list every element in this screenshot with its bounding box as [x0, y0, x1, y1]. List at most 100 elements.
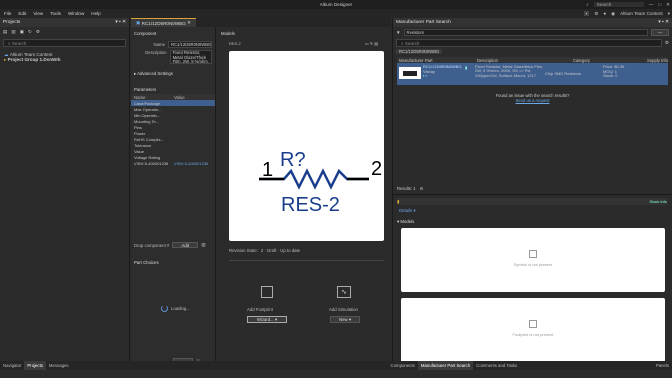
parameter-name: Min Operatin...	[134, 112, 161, 118]
global-search[interactable]: Search	[593, 2, 644, 7]
parameter-value-link[interactable]: VISH-5-400001236	[174, 161, 208, 166]
mps-title: Manufacturer Part Search	[396, 20, 451, 25]
folder-icon[interactable]: ▥	[11, 29, 15, 35]
tab-comments[interactable]: Comments and Tasks	[473, 361, 520, 370]
menu-help[interactable]: Help	[91, 11, 100, 16]
symbol-tools-icon[interactable]: ▭ ✎ ▤	[365, 41, 378, 46]
new-simulation-button[interactable]: New ▾	[330, 316, 360, 323]
close-icon[interactable]: ✕	[666, 2, 670, 8]
part-description: Fixed Resistor, Metal Glaze/thick Film, …	[475, 65, 544, 78]
filter-icon[interactable]: ▼	[396, 30, 401, 35]
tab-messages[interactable]: Messages	[46, 361, 72, 370]
col-supply: Supply Info	[647, 57, 668, 63]
user-icon[interactable]: ◉	[611, 11, 615, 17]
panel-controls-icon[interactable]: ▾ ▪ ✕	[115, 20, 126, 25]
projects-search[interactable]: ⌕ Search	[3, 39, 126, 47]
detail-header: ▮ Stock info	[397, 198, 667, 205]
chevron-down-icon[interactable]: ▾	[668, 11, 670, 17]
notifications-icon[interactable]: ▪	[583, 11, 590, 16]
close-icon[interactable]: ✕	[186, 20, 191, 26]
parameter-name: Power	[134, 130, 146, 136]
tab-manufacturer-part-search[interactable]: Manufacturer Part Search	[417, 361, 474, 370]
bell-icon[interactable]: ●	[603, 11, 606, 16]
add-button[interactable]: Add	[172, 242, 199, 248]
footprint-not-present: Footprint is not present	[512, 332, 554, 337]
mps-search[interactable]: ⌕ Search	[396, 39, 662, 47]
symbol-name-small: RES-2	[229, 41, 241, 46]
drop-label: Drop component #	[134, 242, 170, 248]
menu-window[interactable]: Window	[68, 11, 84, 16]
refresh-icon[interactable]: ↻	[28, 29, 32, 35]
minimize-icon[interactable]: —	[649, 2, 654, 7]
menu-bar: File Edit View Tools Window Help ▪ ⚙ ● ◉…	[0, 9, 672, 18]
footprint-icon[interactable]	[261, 286, 273, 298]
tab-components[interactable]: Components	[388, 361, 418, 370]
gear-icon[interactable]: ⚙	[36, 29, 40, 35]
panels-button[interactable]: Panels	[653, 361, 672, 370]
comment-label: RES-2	[281, 194, 340, 216]
menu-tools[interactable]: Tools	[50, 11, 61, 16]
maximize-icon[interactable]: □	[658, 2, 661, 7]
result-row[interactable]: RC1/12D5R0N0WBG Vishay ▪ ▪ ▮ Fixed Resis…	[397, 63, 668, 85]
parameter-name: RoHS Complia...	[134, 136, 164, 142]
save-icon[interactable]: ▣	[20, 29, 24, 35]
parameter-name: Tolerance	[134, 142, 152, 148]
name-field[interactable]: RC1/12D5R0N0WBG	[168, 41, 212, 48]
tab-navigator[interactable]: Navigator	[0, 361, 24, 370]
gear-icon[interactable]: ⚙	[420, 186, 424, 191]
trash-icon[interactable]: ▥	[201, 242, 205, 248]
tab-projects[interactable]: Projects	[24, 361, 46, 370]
projects-title: Projects	[3, 20, 21, 25]
title-bar: Altium Designer ⌕ Search — □ ✕	[0, 0, 672, 9]
search-icon[interactable]: ⌕	[586, 2, 589, 7]
loading-text: Loading...	[171, 306, 190, 311]
parameter-row[interactable]: VISH-5-400001236 VISH-5-400001236	[131, 160, 215, 166]
wizard-button[interactable]: Wizard... ▾	[247, 316, 287, 323]
menu-view[interactable]: View	[33, 11, 43, 16]
breadcrumb[interactable]: RC1/12D5R0N0WBG	[396, 49, 443, 54]
app-title: Altium Designer	[319, 2, 353, 7]
results-count: Results: 1	[397, 186, 416, 191]
new-icon[interactable]: ▤	[3, 29, 7, 35]
parameter-name: Pins	[134, 124, 142, 130]
models-section-title: ▾ Models	[397, 219, 415, 224]
account-name[interactable]: Altium Team Content	[620, 11, 663, 16]
mps-header: Manufacturer Part Search ▾ ▪ ✕	[393, 18, 672, 27]
part-category: Chip SMD Resistors	[545, 71, 582, 76]
parameter-name: Max Operatin...	[134, 106, 162, 112]
gear-icon[interactable]: ⚙	[594, 11, 598, 17]
status-bar: Navigator Projects Messages Components M…	[0, 361, 672, 370]
menu-edit[interactable]: Edit	[18, 11, 26, 16]
description-label: Description	[145, 50, 167, 55]
description-field[interactable]: Fixed Resistor, Metal Glaze/Thick Film, …	[169, 50, 212, 64]
col-description: Description	[477, 57, 498, 63]
symbol-card: Symbol is not present	[401, 228, 665, 292]
category-filter[interactable]: Resistors	[403, 29, 648, 36]
designator-label: R?	[280, 149, 306, 171]
add-icon[interactable]: ▮	[465, 65, 475, 70]
col-category: Category	[573, 57, 590, 63]
projects-toolbar: ▤ ▥ ▣ ↻ ⚙	[0, 27, 129, 36]
status-badge: ▪ ▪	[423, 73, 427, 79]
gear-icon[interactable]: ⚙	[665, 40, 669, 46]
manufacturer-part-search-panel: Manufacturer Part Search ▾ ▪ ✕ ▼ Resisto…	[392, 18, 672, 370]
add-simulation-label: Add Simulation	[329, 307, 358, 312]
project-item[interactable]: ▸ Project Group 1.DsnWrk	[4, 57, 125, 62]
document-tab[interactable]: ▣ RC1/12D5R0N0WBG ✕	[131, 18, 196, 27]
clear-button[interactable]: —	[651, 29, 669, 36]
stock-info[interactable]: Stock info	[649, 199, 667, 204]
parameter-name: Voltage Rating	[134, 154, 161, 160]
part-choices-title: Part Choices	[134, 260, 159, 265]
panel-controls-icon[interactable]: ▾ ▪ ✕	[658, 20, 669, 25]
parameter-name: Mounting Te...	[134, 118, 160, 124]
simulation-icon[interactable]: ∿	[337, 286, 351, 298]
menu-file[interactable]: File	[4, 11, 11, 16]
col-mfr-part: Manufacturer Part	[399, 57, 433, 63]
report-link[interactable]: Send us a request	[393, 98, 672, 103]
details-toggle[interactable]: Details ▾	[399, 208, 416, 214]
parameters-title: Parameters	[134, 87, 157, 92]
parameter-name: VISH-5-400001236	[134, 160, 169, 166]
projects-panel: Projects ▾ ▪ ✕ ▤ ▥ ▣ ↻ ⚙ ⌕ Search ☁ Alti…	[0, 18, 130, 370]
advanced-settings-toggle[interactable]: ▸ Advanced Settings	[131, 65, 215, 83]
pin2-label: 2	[371, 158, 382, 180]
